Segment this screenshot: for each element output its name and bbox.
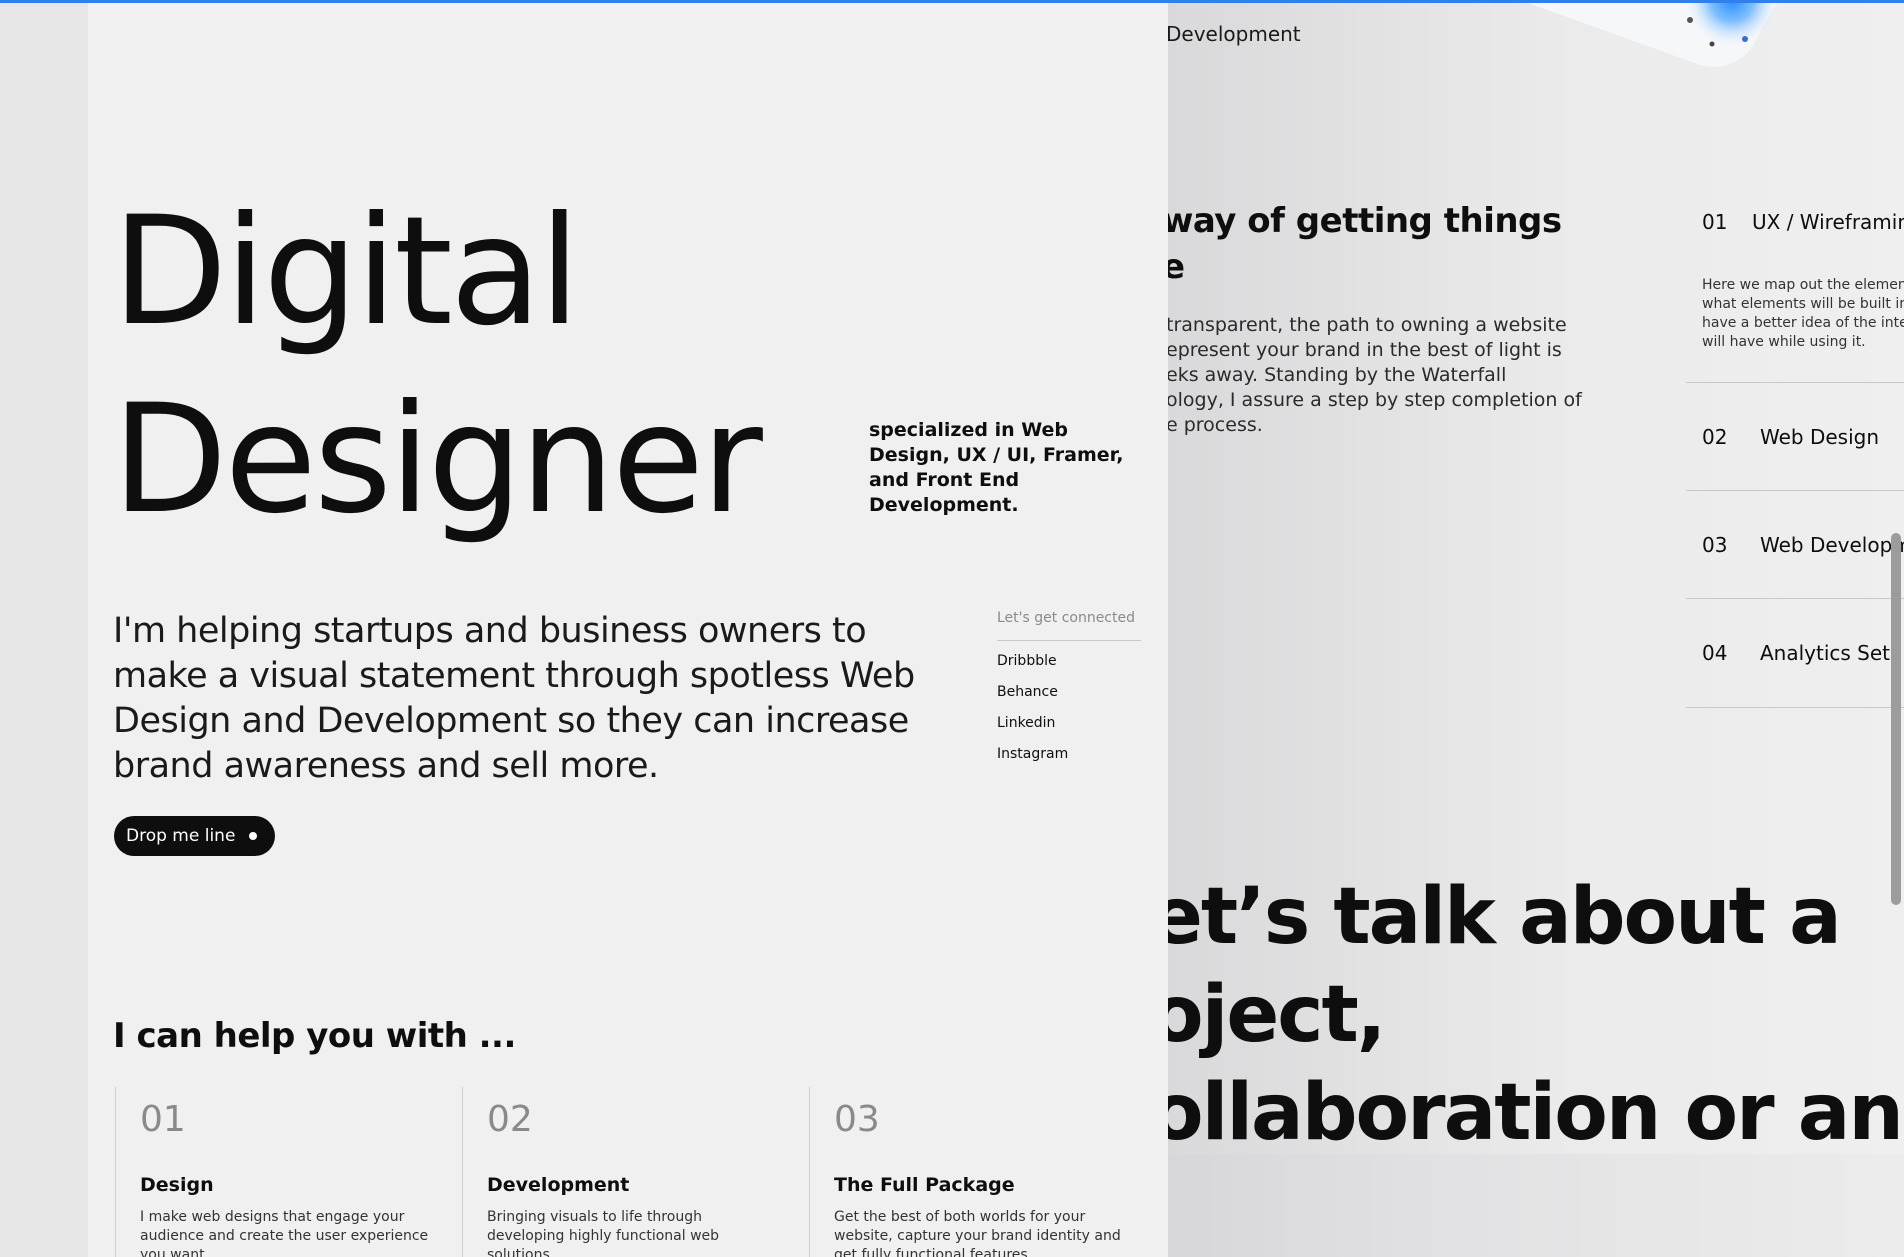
decorative-orb-graphic <box>1520 0 1780 67</box>
peek-para-line: e process. <box>1166 414 1263 436</box>
service-title: Analytics Setup <box>1760 641 1904 665</box>
instagram-link[interactable]: Instagram <box>997 746 1141 765</box>
service-item-header[interactable]: 01 UX / Wireframin <box>1686 210 1904 240</box>
peek-development-label: Development <box>1166 22 1301 46</box>
peek-para-line: transparent, the path to owning a websit… <box>1166 314 1567 336</box>
service-accordion-item[interactable]: 04 Analytics Setup <box>1686 598 1904 708</box>
drop-me-line-button[interactable]: Drop me line <box>114 816 276 856</box>
cta-dot-icon <box>249 832 258 840</box>
service-title: UX / Wireframin <box>1752 210 1904 234</box>
service-title: Web Design <box>1760 425 1880 449</box>
right-bottom-band <box>1168 1154 1904 1257</box>
service-card-description: Get the best of both worlds for your web… <box>834 1209 1121 1257</box>
service-card-title: The Full Package <box>834 1174 1015 1196</box>
page-left-margin <box>0 0 88 1257</box>
service-number: 03 <box>1702 533 1728 557</box>
talk-line: et’s talk about a <box>1150 872 1842 962</box>
service-card-description: I make web designs that engage your audi… <box>140 1209 429 1257</box>
service-accordion-item[interactable]: 02 Web Design <box>1686 382 1904 491</box>
social-links: Let's get connected Dribbble Behance Lin… <box>997 610 1141 765</box>
hero-title-line: Designer <box>112 373 763 547</box>
help-section-title: I can help you with ... <box>113 1016 516 1056</box>
peek-para-line: ology, I assure a step by step completio… <box>1166 389 1582 411</box>
peek-heading-line: way of getting things <box>1162 201 1562 241</box>
service-card-number: 02 <box>487 1099 533 1140</box>
service-number: 01 <box>1702 210 1728 234</box>
main-page-card: Digital Designer specialized in Web Desi… <box>88 0 1168 1257</box>
intro-statement: I'm helping startups and business owners… <box>113 611 915 786</box>
peek-process-heading: way of getting things e <box>1162 198 1562 290</box>
service-accordion-open[interactable]: 01 UX / Wireframin <box>1686 210 1904 240</box>
social-links-title: Let's get connected <box>997 610 1141 641</box>
peek-para-line: eks away. Standing by the Waterfall <box>1166 364 1507 386</box>
specialization-text: specialized in Web Design, UX / UI, Fram… <box>869 419 1124 516</box>
talk-line: oject, <box>1150 970 1386 1060</box>
hero-title-line: Digital <box>112 185 580 359</box>
behance-link[interactable]: Behance <box>997 684 1141 703</box>
lets-talk-heading: et’s talk about a oject, ollaboration or… <box>1150 868 1904 1162</box>
service-title: Web Developm <box>1760 533 1904 557</box>
service-card-number: 03 <box>834 1099 880 1140</box>
service-card-description: Bringing visuals to life through develop… <box>487 1209 720 1257</box>
service-desc-line: what elements will be built int <box>1702 296 1904 312</box>
service-card-development: 02 Development Bringing visuals to life … <box>462 1087 763 1257</box>
service-card-design: 01 Design I make web designs that engage… <box>115 1087 428 1257</box>
scrollbar-thumb[interactable] <box>1891 533 1901 905</box>
service-description: Here we map out the elemen what elements… <box>1702 276 1904 352</box>
service-card-title: Development <box>487 1174 630 1196</box>
peek-para-line: epresent your brand in the best of light… <box>1166 339 1562 361</box>
peek-process-paragraph: transparent, the path to owning a websit… <box>1166 313 1586 438</box>
service-number: 02 <box>1702 425 1728 449</box>
talk-line: ollaboration or an <box>1150 1068 1904 1158</box>
cta-label: Drop me line <box>126 826 236 846</box>
browser-top-accent-bar <box>0 0 1904 3</box>
service-accordion-item[interactable]: 03 Web Developm <box>1686 490 1904 599</box>
service-card-title: Design <box>140 1174 214 1196</box>
service-desc-line: will have while using it. <box>1702 334 1866 350</box>
hero-title: Digital Designer <box>112 178 763 554</box>
linkedin-link[interactable]: Linkedin <box>997 715 1141 734</box>
service-card-number: 01 <box>140 1099 186 1140</box>
dribbble-link[interactable]: Dribbble <box>997 653 1141 672</box>
service-desc-line: Here we map out the elemen <box>1702 277 1904 293</box>
service-card-full-package: 03 The Full Package Get the best of both… <box>809 1087 1121 1257</box>
service-number: 04 <box>1702 641 1728 665</box>
service-desc-line: have a better idea of the inte <box>1702 315 1904 331</box>
peek-heading-line: e <box>1162 247 1185 287</box>
